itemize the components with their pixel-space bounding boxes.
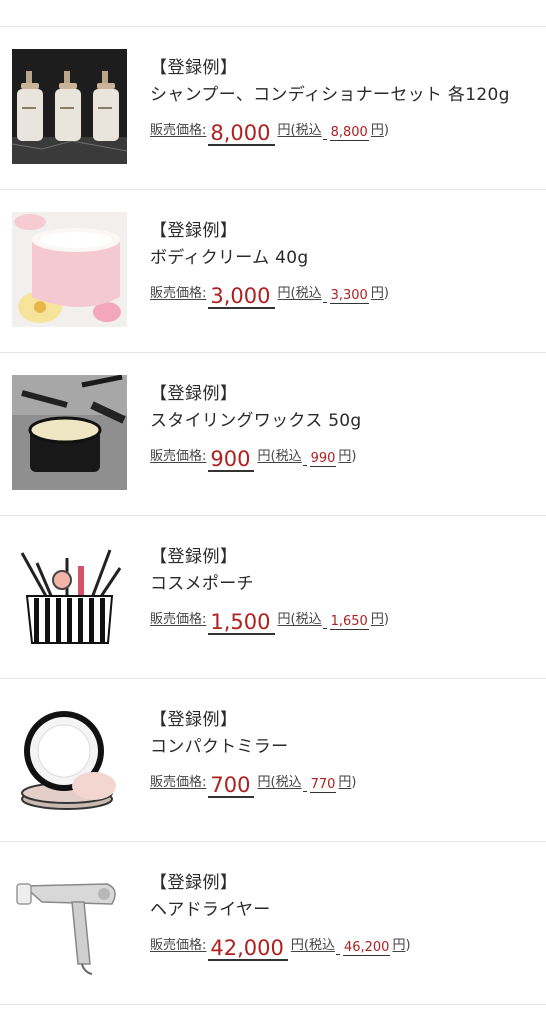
yen-label: 円 [338, 775, 352, 790]
separator [322, 628, 327, 629]
tax-price-value: 3,300 [329, 288, 369, 304]
price-label: 販売価格: [150, 449, 207, 464]
tax-price-value: 1,650 [329, 614, 369, 630]
price-value: 900 [208, 448, 255, 472]
tax-included-label: (税込 [303, 938, 335, 953]
price-value: 3,000 [208, 285, 275, 309]
yen-label: 円 [257, 449, 271, 464]
tax-included-label: (税込 [290, 286, 322, 301]
tax-close: ) [383, 286, 389, 301]
compact-mirror-image[interactable] [12, 701, 127, 816]
item-tag: 【登録例】 [150, 58, 238, 78]
yen-label: 円 [257, 775, 271, 790]
tax-close: ) [351, 449, 357, 464]
item-tag: 【登録例】 [150, 384, 238, 404]
tax-close: ) [383, 123, 389, 138]
yen-label: 円 [392, 938, 406, 953]
tax-included-label: (税込 [290, 612, 322, 627]
separator [322, 139, 327, 140]
separator [302, 465, 307, 466]
price-value: 42,000 [208, 937, 288, 961]
cosme-pouch-image[interactable] [12, 538, 127, 653]
tax-price-value: 8,800 [329, 125, 369, 141]
product-list: 【登録例】 シャンプー、コンディショナーセット 各120g 販売価格: 8,00… [0, 27, 546, 1005]
item-tag: 【登録例】 [150, 221, 238, 241]
product-name[interactable]: シャンプー、コンディショナーセット 各120g [150, 84, 542, 106]
yen-label: 円 [277, 612, 291, 627]
tax-close: ) [405, 938, 411, 953]
separator [302, 791, 307, 792]
tax-close: ) [351, 775, 357, 790]
item-tag: 【登録例】 [150, 873, 238, 893]
tax-included-label: (税込 [270, 775, 302, 790]
price-line: 販売価格: 3,000 円 (税込 3,300 円 ) [150, 279, 542, 309]
yen-label: 円 [277, 286, 291, 301]
shampoo-bottles-image[interactable] [12, 49, 127, 164]
separator [335, 954, 340, 955]
top-divider [0, 0, 546, 27]
yen-label: 円 [370, 286, 384, 301]
tax-included-label: (税込 [290, 123, 322, 138]
product-item[interactable]: 【登録例】 シャンプー、コンディショナーセット 各120g 販売価格: 8,00… [0, 27, 546, 190]
price-value: 700 [208, 774, 255, 798]
product-name[interactable]: コンパクトミラー [150, 736, 542, 758]
product-item[interactable]: 【登録例】 コスメポーチ 販売価格: 1,500 円 (税込 1,650 円 ) [0, 516, 546, 679]
tax-close: ) [383, 612, 389, 627]
yen-label: 円 [370, 123, 384, 138]
price-label: 販売価格: [150, 612, 207, 627]
product-item[interactable]: 【登録例】 ボディクリーム 40g 販売価格: 3,000 円 (税込 3,30… [0, 190, 546, 353]
yen-label: 円 [290, 938, 304, 953]
yen-label: 円 [277, 123, 291, 138]
price-line: 販売価格: 8,000 円 (税込 8,800 円 ) [150, 116, 542, 146]
yen-label: 円 [370, 612, 384, 627]
price-line: 販売価格: 900 円 (税込 990 円 ) [150, 442, 542, 472]
hair-dryer-image[interactable] [12, 864, 127, 979]
item-tag: 【登録例】 [150, 547, 238, 567]
price-label: 販売価格: [150, 123, 207, 138]
tax-price-value: 990 [309, 451, 337, 467]
tax-price-value: 46,200 [342, 940, 391, 956]
price-label: 販売価格: [150, 938, 207, 953]
separator [322, 302, 327, 303]
body-cream-jar-image[interactable] [12, 212, 127, 327]
tax-price-value: 770 [309, 777, 337, 793]
product-item[interactable]: 【登録例】 コンパクトミラー 販売価格: 700 円 (税込 770 円 ) [0, 679, 546, 842]
price-value: 8,000 [208, 122, 275, 146]
tax-included-label: (税込 [270, 449, 302, 464]
price-value: 1,500 [208, 611, 275, 635]
product-name[interactable]: コスメポーチ [150, 573, 542, 595]
price-line: 販売価格: 42,000 円 (税込 46,200 円 ) [150, 931, 542, 961]
price-label: 販売価格: [150, 286, 207, 301]
item-tag: 【登録例】 [150, 710, 238, 730]
styling-wax-image[interactable] [12, 375, 127, 490]
product-name[interactable]: ボディクリーム 40g [150, 247, 542, 269]
price-label: 販売価格: [150, 775, 207, 790]
product-item[interactable]: 【登録例】 ヘアドライヤー 販売価格: 42,000 円 (税込 46,200 … [0, 842, 546, 1005]
product-name[interactable]: ヘアドライヤー [150, 899, 542, 921]
product-name[interactable]: スタイリングワックス 50g [150, 410, 542, 432]
price-line: 販売価格: 1,500 円 (税込 1,650 円 ) [150, 605, 542, 635]
product-item[interactable]: 【登録例】 スタイリングワックス 50g 販売価格: 900 円 (税込 990… [0, 353, 546, 516]
price-line: 販売価格: 700 円 (税込 770 円 ) [150, 768, 542, 798]
yen-label: 円 [338, 449, 352, 464]
